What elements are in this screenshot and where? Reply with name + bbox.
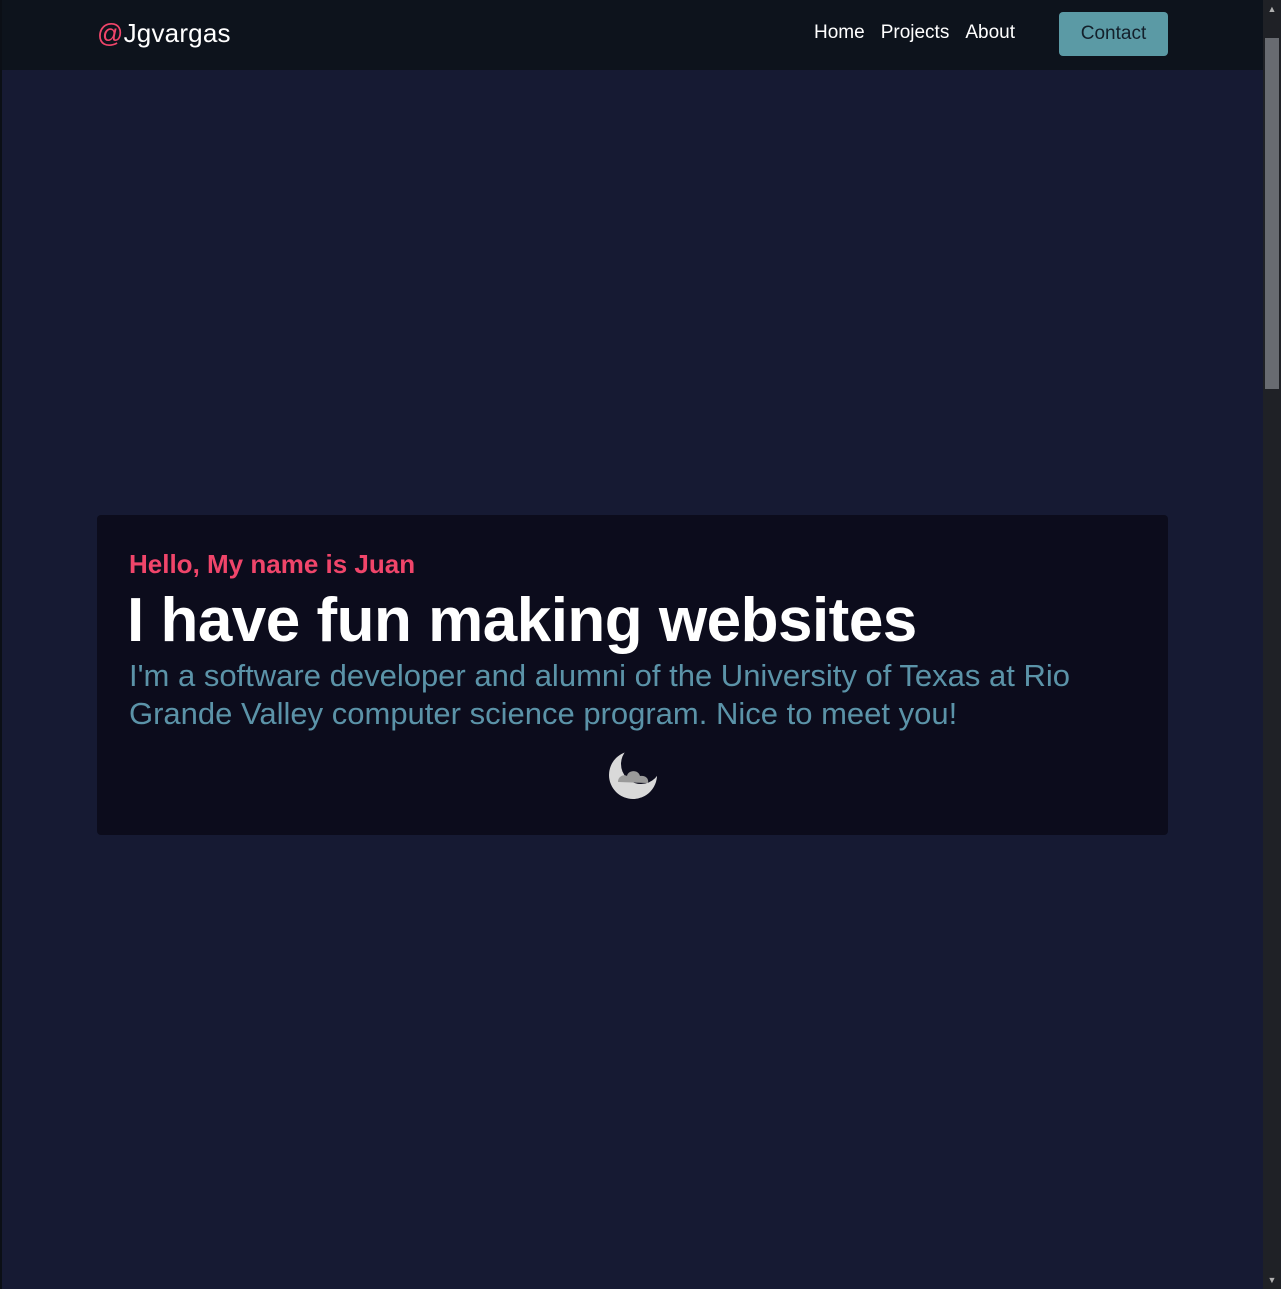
hero-greeting: Hello, My name is Juan — [129, 549, 416, 579]
page-scrollbar[interactable]: ▲ ▼ — [1263, 0, 1281, 1289]
page-viewport: @Jgvargas Home Projects About Contact He… — [0, 0, 1281, 1289]
scroll-up-arrow-icon[interactable]: ▲ — [1263, 0, 1281, 18]
scrollbar-thumb[interactable] — [1265, 38, 1279, 389]
hero-description: I'm a software developer and alumni of t… — [129, 658, 1070, 731]
moon-cloud-icon[interactable] — [606, 748, 660, 802]
nav-link-projects[interactable]: Projects — [881, 22, 950, 44]
brand-logo[interactable]: @Jgvargas — [97, 18, 231, 49]
hero-title: I have fun making websites — [127, 586, 917, 655]
hero-card: Hello, My name is Juan I have fun making… — [97, 515, 1168, 835]
scroll-down-arrow-icon[interactable]: ▼ — [1263, 1271, 1281, 1289]
nav-links: Home Projects About — [814, 22, 1015, 44]
top-navbar: @Jgvargas Home Projects About Contact — [2, 0, 1265, 70]
nav-link-home[interactable]: Home — [814, 22, 865, 44]
nav-link-about[interactable]: About — [965, 22, 1015, 44]
brand-at-symbol: @ — [97, 18, 124, 48]
contact-button[interactable]: Contact — [1059, 12, 1168, 56]
brand-name: Jgvargas — [123, 18, 231, 48]
